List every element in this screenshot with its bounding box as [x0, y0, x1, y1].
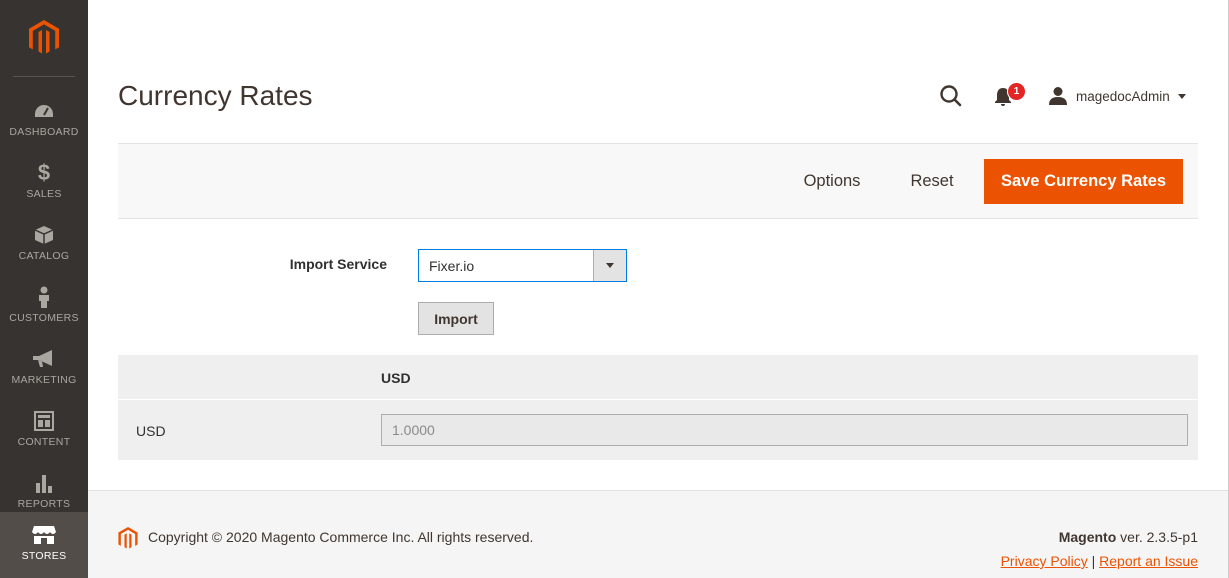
footer-links: Privacy Policy | Report an Issue [1001, 553, 1198, 569]
reset-button[interactable]: Reset [896, 159, 968, 204]
sidebar-item-content[interactable]: CONTENT [0, 396, 88, 458]
import-service-value: Fixer.io [429, 258, 475, 274]
options-button[interactable]: Options [784, 159, 880, 204]
rate-input-usd[interactable]: 1.0000 [381, 414, 1188, 446]
megaphone-icon [32, 348, 56, 370]
currency-rates-table: USD USD 1.0000 [118, 355, 1198, 460]
select-arrow [593, 250, 626, 281]
report-issue-link[interactable]: Report an Issue [1099, 553, 1198, 569]
user-account-menu[interactable]: magedocAdmin [1048, 83, 1188, 109]
sidebar-item-label: REPORTS [17, 498, 71, 510]
sidebar-item-label: CONTENT [17, 436, 71, 448]
notification-count-badge: 1 [1007, 82, 1026, 101]
dollar-icon: $ [37, 160, 51, 185]
sidebar-item-label: SALES [26, 188, 62, 200]
page-title: Currency Rates [118, 80, 313, 111]
dashboard-gauge-icon [33, 100, 55, 122]
admin-sidebar: DASHBOARD $ SALES CATALOG CUSTOMERS MARK… [0, 0, 88, 578]
sidebar-item-label: CUSTOMERS [9, 312, 79, 324]
import-service-label: Import Service [289, 256, 387, 272]
sidebar-item-sales[interactable]: $ SALES [0, 148, 88, 210]
column-header-usd: USD [381, 370, 411, 386]
sidebar-item-label: MARKETING [11, 374, 77, 386]
brand-name: Magento [1058, 529, 1117, 545]
copyright-text: Copyright © 2020 Magento Commerce Inc. A… [148, 529, 534, 545]
table-header-row: USD [118, 355, 1198, 400]
page-actions-bar: Options Reset Save Currency Rates [118, 143, 1198, 219]
link-separator: | [1087, 553, 1100, 569]
sidebar-item-reports[interactable]: REPORTS [0, 458, 88, 520]
box-icon [34, 224, 54, 246]
user-icon [1049, 87, 1067, 105]
sidebar-item-stores[interactable]: STORES [0, 512, 88, 578]
notifications-button[interactable]: 1 [994, 82, 1026, 110]
privacy-policy-link[interactable]: Privacy Policy [1001, 553, 1088, 569]
row-currency-label: USD [136, 423, 166, 439]
sidebar-item-label: CATALOG [18, 250, 70, 262]
sidebar-item-marketing[interactable]: MARKETING [0, 334, 88, 396]
sidebar-item-customers[interactable]: CUSTOMERS [0, 272, 88, 334]
magento-footer-logo-icon [118, 527, 138, 555]
save-currency-rates-button[interactable]: Save Currency Rates [984, 159, 1183, 204]
person-icon [37, 286, 51, 308]
bar-chart-icon [34, 472, 54, 494]
user-name: magedocAdmin [1076, 88, 1170, 104]
sidebar-item-dashboard[interactable]: DASHBOARD [0, 86, 88, 148]
import-button[interactable]: Import [418, 302, 494, 335]
sidebar-divider [13, 76, 75, 77]
import-service-select[interactable]: Fixer.io [418, 249, 627, 282]
version-text: ver. 2.3.5-p1 [1116, 529, 1198, 545]
sidebar-item-label: DASHBOARD [9, 126, 79, 138]
layout-icon [34, 410, 54, 432]
search-icon[interactable] [938, 83, 964, 109]
version-info: Magento ver. 2.3.5-p1 [1059, 529, 1198, 545]
page-footer: Copyright © 2020 Magento Commerce Inc. A… [88, 490, 1229, 578]
sidebar-item-label: STORES [21, 550, 67, 562]
store-icon [32, 524, 56, 546]
chevron-down-icon [606, 263, 614, 268]
sidebar-item-catalog[interactable]: CATALOG [0, 210, 88, 272]
chevron-down-icon [1177, 93, 1186, 99]
magento-logo-icon[interactable] [0, 0, 88, 76]
